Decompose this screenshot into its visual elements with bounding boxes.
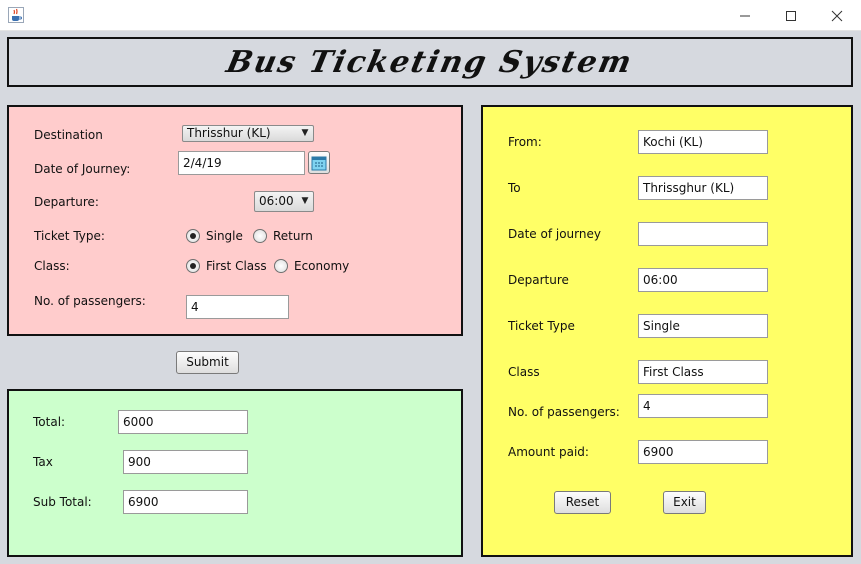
chevron-down-icon: ▼ xyxy=(301,128,309,138)
class-first-radio[interactable]: First Class xyxy=(186,259,267,273)
summary-amount-label: Amount paid: xyxy=(508,445,589,459)
summary-class-label: Class xyxy=(508,365,540,379)
reset-button[interactable]: Reset xyxy=(554,491,611,514)
destination-combo[interactable]: Thrisshur (KL) ▼ xyxy=(182,125,314,142)
summary-from-field[interactable]: Kochi (KL) xyxy=(638,130,768,154)
submit-button[interactable]: Submit xyxy=(176,351,239,374)
class-economy-label: Economy xyxy=(294,259,350,273)
total-label: Total: xyxy=(33,415,66,429)
summary-from-label: From: xyxy=(508,135,542,149)
departure-label: Departure: xyxy=(34,195,99,209)
ticket-type-return-radio[interactable]: Return xyxy=(253,229,313,243)
subtotal-label: Sub Total: xyxy=(33,495,92,509)
ticket-type-single-radio[interactable]: Single xyxy=(186,229,243,243)
departure-value: 06:00 xyxy=(259,194,294,208)
passengers-label: No. of passengers: xyxy=(34,294,146,308)
calendar-icon xyxy=(311,156,327,170)
radio-checked-icon xyxy=(186,259,200,273)
summary-date-field[interactable] xyxy=(638,222,768,246)
page-title: Bus Ticketing System xyxy=(223,44,637,80)
radio-unchecked-icon xyxy=(274,259,288,273)
total-field[interactable]: 6000 xyxy=(118,410,248,434)
summary-departure-label: Departure xyxy=(508,273,569,287)
chevron-down-icon: ▼ xyxy=(301,196,309,206)
destination-value: Thrisshur (KL) xyxy=(187,126,271,140)
summary-to-field[interactable]: Thrissghur (KL) xyxy=(638,176,768,200)
destination-label: Destination xyxy=(34,128,103,142)
radio-checked-icon xyxy=(186,229,200,243)
passengers-field[interactable]: 4 xyxy=(186,295,289,319)
ticket-type-return-label: Return xyxy=(273,229,313,243)
summary-passengers-label: No. of passengers: xyxy=(508,405,620,419)
radio-unchecked-icon xyxy=(253,229,267,243)
class-first-label: First Class xyxy=(206,259,267,273)
class-label: Class: xyxy=(34,259,70,273)
ticket-type-label: Ticket Type: xyxy=(34,229,105,243)
minimize-icon xyxy=(740,15,750,16)
header-banner: Bus Ticketing System xyxy=(7,37,853,87)
date-of-journey-field[interactable]: 2/4/19 xyxy=(178,151,305,175)
summary-departure-field[interactable]: 06:00 xyxy=(638,268,768,292)
tax-label: Tax xyxy=(33,455,53,469)
summary-amount-field[interactable]: 6900 xyxy=(638,440,768,464)
maximize-button[interactable] xyxy=(768,0,814,31)
subtotal-field[interactable]: 6900 xyxy=(123,490,248,514)
date-of-journey-label: Date of Journey: xyxy=(34,162,131,176)
tax-field[interactable]: 900 xyxy=(123,450,248,474)
minimize-button[interactable] xyxy=(722,0,768,31)
class-economy-radio[interactable]: Economy xyxy=(274,259,349,273)
summary-ticket-type-label: Ticket Type xyxy=(508,319,575,333)
calendar-button[interactable] xyxy=(308,151,330,174)
summary-ticket-type-field[interactable]: Single xyxy=(638,314,768,338)
close-button[interactable] xyxy=(814,0,860,31)
exit-button[interactable]: Exit xyxy=(663,491,706,514)
departure-combo[interactable]: 06:00 ▼ xyxy=(254,191,314,212)
maximize-icon xyxy=(786,10,796,21)
window-title-bar xyxy=(0,0,861,31)
java-cup-icon xyxy=(8,7,24,23)
ticket-type-single-label: Single xyxy=(206,229,243,243)
summary-passengers-field[interactable]: 4 xyxy=(638,394,768,418)
close-icon xyxy=(831,10,843,21)
summary-date-label: Date of journey xyxy=(508,227,601,241)
summary-to-label: To xyxy=(508,181,521,195)
summary-class-field[interactable]: First Class xyxy=(638,360,768,384)
